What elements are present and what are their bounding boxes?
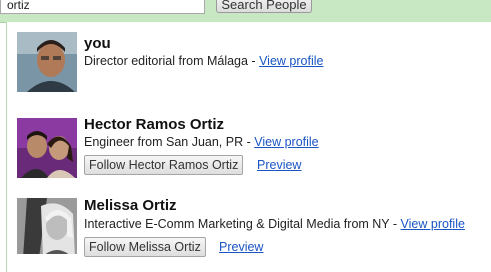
result-name[interactable]: you [84, 35, 111, 52]
result-description-text: Director editorial from Málaga - [84, 54, 260, 68]
preview-link[interactable]: Preview [219, 240, 263, 254]
follow-button[interactable]: Follow Melissa Ortiz [84, 237, 206, 257]
result-description: Director editorial from Málaga - View pr… [84, 54, 323, 68]
result-description-text: Interactive E-Comm Marketing & Digital M… [84, 217, 401, 231]
result-description-text: Engineer from San Juan, PR - [84, 135, 255, 149]
search-bar: Search People [0, 0, 491, 23]
view-profile-link[interactable]: View profile [254, 135, 318, 149]
avatar[interactable] [17, 198, 77, 254]
search-people-button[interactable]: Search People [216, 0, 312, 13]
profile-photo-icon [17, 32, 77, 92]
result-name[interactable]: Hector Ramos Ortiz [84, 116, 224, 133]
result-description: Interactive E-Comm Marketing & Digital M… [84, 217, 465, 231]
view-profile-link[interactable]: View profile [401, 217, 465, 231]
preview-link[interactable]: Preview [257, 158, 301, 172]
avatar[interactable] [17, 32, 77, 92]
profile-photo-icon [17, 118, 77, 178]
result-description: Engineer from San Juan, PR - View profil… [84, 135, 319, 149]
profile-photo-icon [17, 198, 77, 254]
search-input[interactable] [0, 0, 205, 14]
view-profile-link[interactable]: View profile [259, 54, 323, 68]
follow-button[interactable]: Follow Hector Ramos Ortiz [84, 155, 244, 175]
result-name[interactable]: Melissa Ortiz [84, 197, 177, 214]
avatar[interactable] [17, 118, 77, 178]
people-results-list: you Director editorial from Málaga - Vie… [6, 22, 491, 272]
